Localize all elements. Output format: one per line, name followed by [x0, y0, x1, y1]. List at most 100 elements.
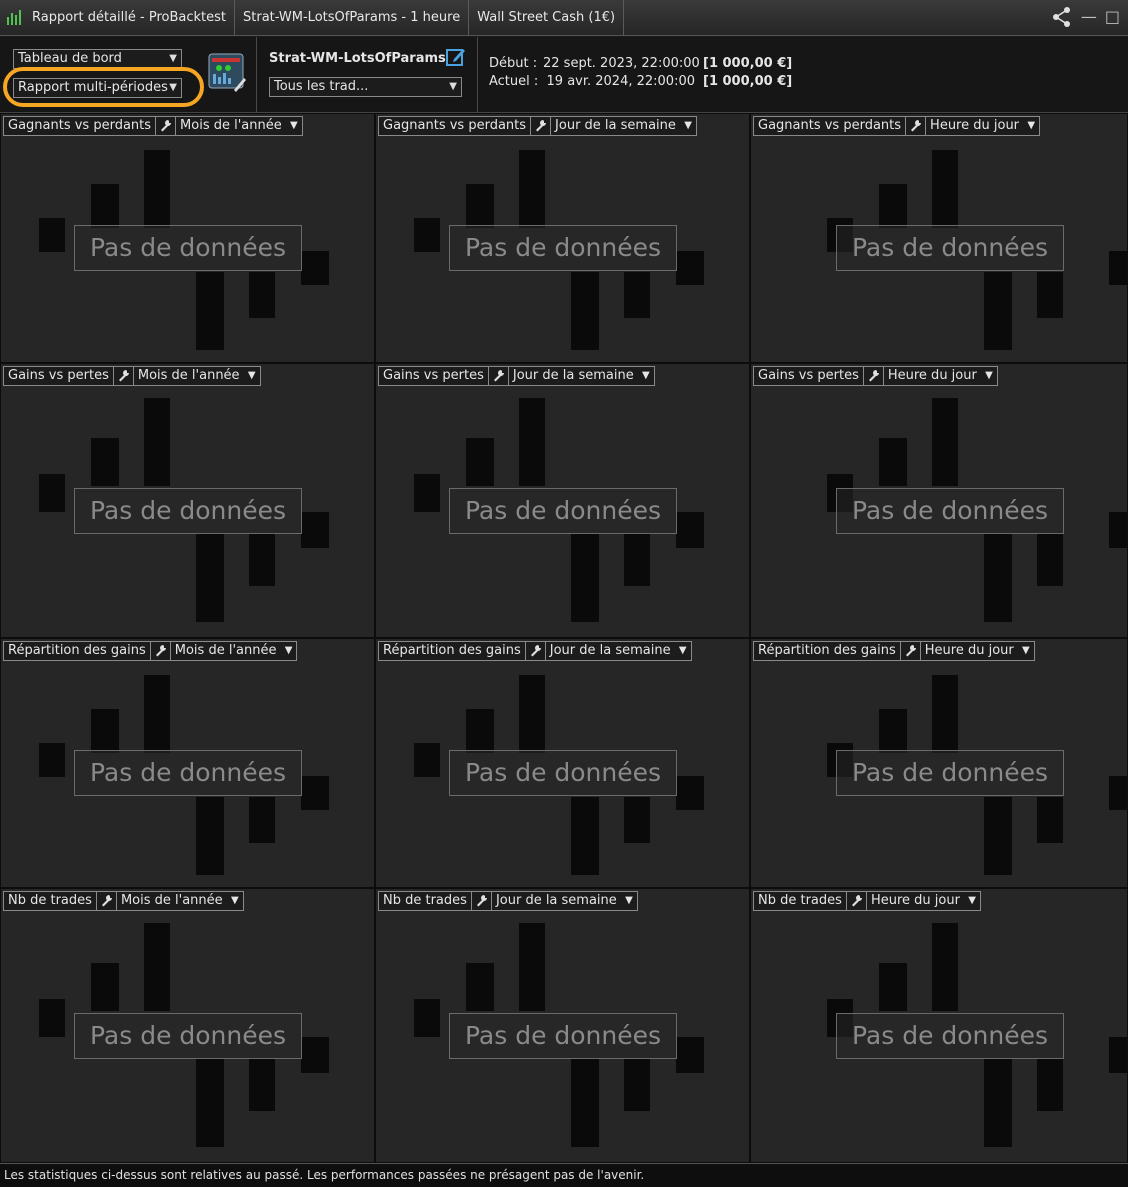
view-select[interactable]: Tableau de bord ▼: [13, 49, 182, 69]
edit-icon[interactable]: [446, 47, 466, 67]
metric-label[interactable]: Nb de trades: [753, 891, 847, 911]
placeholder-bar: [519, 398, 545, 486]
period-select[interactable]: Heure du jour ▼: [920, 641, 1035, 661]
start-date: 22 sept. 2023, 22:00:00: [543, 56, 700, 71]
current-date: 19 avr. 2024, 22:00:00: [546, 74, 695, 89]
period-select-value: Jour de la semaine: [549, 643, 671, 658]
placeholder-bar: [414, 474, 440, 512]
tab-strategy[interactable]: Strat-WM-LotsOfParams - 1 heure: [235, 0, 470, 36]
placeholder-bar: [39, 743, 65, 777]
metric-label[interactable]: Gains vs pertes: [3, 366, 114, 386]
trades-filter-select[interactable]: Tous les trad... ▼: [269, 77, 462, 97]
placeholder-bar: [932, 398, 958, 486]
metric-label[interactable]: Gagnants vs perdants: [3, 116, 157, 136]
minimize-button[interactable]: —: [1081, 7, 1097, 27]
metric-label[interactable]: Gains vs pertes: [378, 366, 489, 386]
wrench-glyph: [536, 120, 547, 132]
maximize-button[interactable]: □: [1105, 7, 1120, 27]
placeholder-bar: [196, 797, 224, 875]
placeholder-bar: [879, 184, 907, 228]
report-panel: Pas de données Nb de trades Mois de l'anné…: [0, 888, 375, 1163]
placeholder-bar: [571, 797, 599, 875]
wrench-icon[interactable]: [863, 366, 884, 386]
tab-report[interactable]: Rapport détaillé - ProBacktest: [0, 0, 235, 36]
wrench-icon[interactable]: [96, 891, 117, 911]
wrench-glyph: [155, 645, 166, 657]
wrench-icon[interactable]: [531, 116, 552, 136]
period-select[interactable]: Mois de l'année ▼: [116, 891, 244, 911]
period-select[interactable]: Heure du jour ▼: [866, 891, 981, 911]
placeholder-bar: [984, 272, 1012, 350]
wrench-icon[interactable]: [846, 891, 867, 911]
date-range-info: Début : 22 sept. 2023, 22:00:00 [1 000,0…: [489, 55, 792, 91]
placeholder-bar: [301, 1037, 329, 1073]
wrench-glyph: [101, 895, 112, 907]
share-icon[interactable]: [1051, 6, 1073, 28]
placeholder-bar: [414, 743, 440, 777]
placeholder-bar: [466, 438, 494, 486]
placeholder-bar: [196, 272, 224, 350]
metric-label[interactable]: Nb de trades: [3, 891, 97, 911]
wrench-icon[interactable]: [900, 641, 921, 661]
wrench-icon[interactable]: [156, 116, 177, 136]
metric-label[interactable]: Répartition des gains: [753, 641, 901, 661]
start-amount: [1 000,00 €]: [703, 56, 793, 71]
panel-header: Répartition des gains Jour de la semaine ▼: [378, 641, 692, 661]
placeholder-bar: [414, 218, 440, 252]
placeholder-bar: [466, 963, 494, 1011]
period-select[interactable]: Jour de la semaine ▼: [545, 641, 692, 661]
metric-label[interactable]: Répartition des gains: [378, 641, 526, 661]
chevron-down-icon: ▼: [625, 895, 633, 906]
report-grid: Pas de données Gagnants vs perdants Mois d…: [0, 113, 1128, 1163]
panel-header: Nb de trades Jour de la semaine ▼: [378, 891, 638, 911]
metric-label[interactable]: Gains vs pertes: [753, 366, 864, 386]
panel-header: Répartition des gains Mois de l'année ▼: [3, 641, 298, 661]
placeholder-bar: [414, 999, 440, 1037]
placeholder-bar: [676, 1037, 704, 1073]
toolbar-divider: [477, 37, 478, 113]
wrench-icon[interactable]: [471, 891, 492, 911]
placeholder-bar: [1037, 797, 1063, 843]
wrench-icon[interactable]: [150, 641, 171, 661]
report-settings-icon[interactable]: [208, 52, 246, 92]
placeholder-bar: [519, 150, 545, 228]
placeholder-bar: [624, 272, 650, 318]
placeholder-bar: [984, 534, 1012, 622]
metric-label[interactable]: Répartition des gains: [3, 641, 151, 661]
wrench-glyph: [161, 120, 172, 132]
period-select[interactable]: Mois de l'année ▼: [170, 641, 298, 661]
placeholder-bar: [1037, 1059, 1063, 1111]
period-select[interactable]: Mois de l'année ▼: [176, 116, 303, 136]
wrench-icon[interactable]: [113, 366, 134, 386]
chevron-down-icon: ▼: [642, 370, 650, 381]
placeholder-bar: [676, 512, 704, 548]
placeholder-bar: [1109, 251, 1127, 285]
period-select[interactable]: Jour de la semaine ▼: [508, 366, 655, 386]
period-select[interactable]: Mois de l'année ▼: [133, 366, 261, 386]
placeholder-bar: [144, 675, 170, 753]
period-select[interactable]: Jour de la semaine ▼: [491, 891, 638, 911]
period-select-value: Mois de l'année: [137, 368, 240, 383]
chevron-down-icon: ▼: [985, 370, 993, 381]
wrench-icon[interactable]: [488, 366, 509, 386]
tab-instrument[interactable]: Wall Street Cash (1€): [469, 0, 625, 36]
chevron-down-icon: ▼: [230, 895, 239, 906]
no-data-message: Pas de données: [449, 225, 677, 271]
placeholder-bar: [932, 675, 958, 753]
placeholder-bar: [249, 534, 275, 586]
period-select[interactable]: Jour de la semaine ▼: [551, 116, 697, 136]
period-select[interactable]: Heure du jour ▼: [926, 116, 1041, 136]
period-select-value: Mois de l'année: [174, 643, 277, 658]
probacktest-app-icon: [6, 9, 26, 27]
placeholder-bar: [249, 272, 275, 318]
metric-label[interactable]: Gagnants vs perdants: [378, 116, 532, 136]
report-panel: Pas de données Gagnants vs perdants Heure …: [750, 113, 1128, 363]
wrench-icon[interactable]: [906, 116, 927, 136]
placeholder-bar: [301, 512, 329, 548]
period-select[interactable]: Heure du jour ▼: [883, 366, 998, 386]
wrench-icon[interactable]: [525, 641, 546, 661]
report-panel: Pas de données Nb de trades Heure du jour ▼: [750, 888, 1128, 1163]
metric-label[interactable]: Nb de trades: [378, 891, 472, 911]
metric-label[interactable]: Gagnants vs perdants: [753, 116, 907, 136]
no-data-message: Pas de données: [449, 488, 677, 534]
